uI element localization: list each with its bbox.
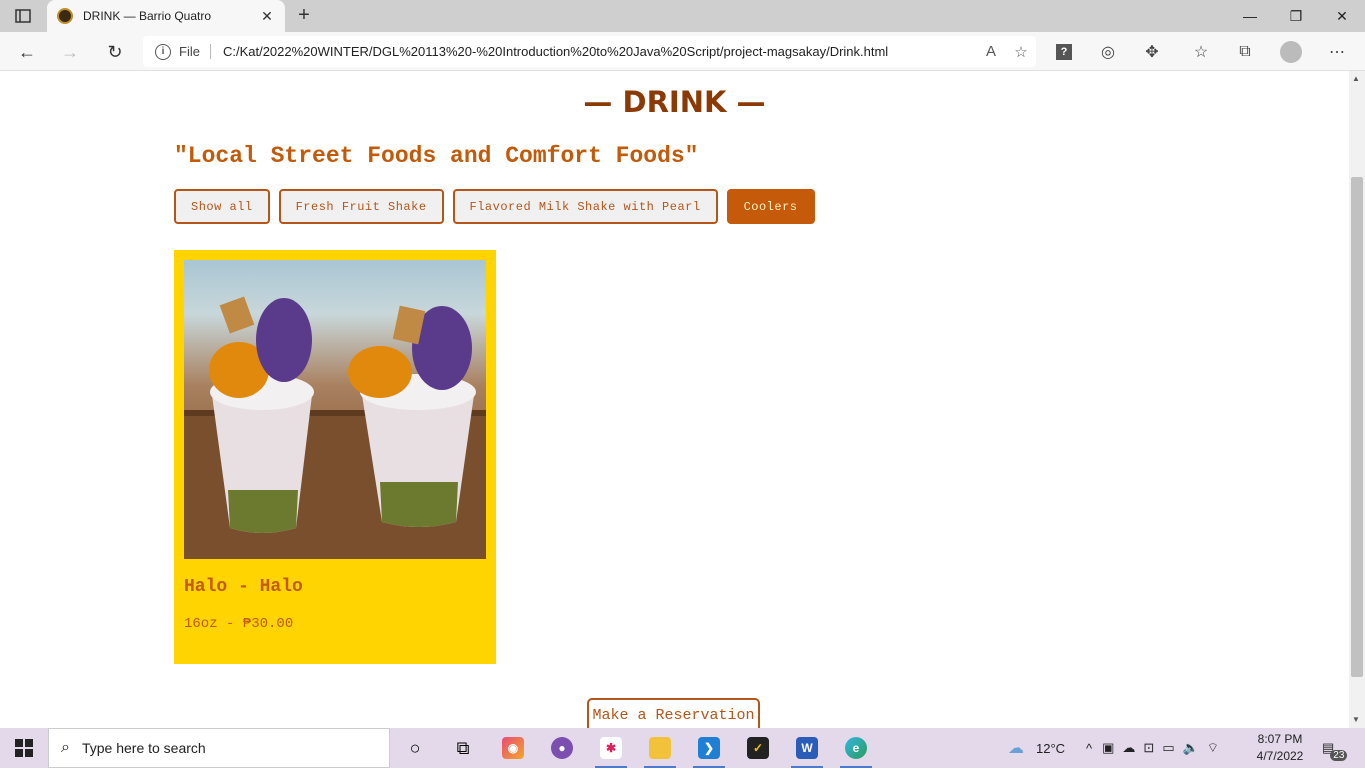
meet-now-icon[interactable]: ▣ (1102, 740, 1114, 756)
forward-button[interactable]: → (55, 37, 85, 67)
photos-app-icon[interactable]: ◉ (493, 732, 533, 764)
start-button[interactable] (0, 728, 47, 768)
restore-button[interactable]: ❐ (1273, 0, 1319, 32)
task-view-icon[interactable]: ⧉ (443, 732, 483, 764)
windows-logo-icon (14, 739, 33, 757)
item-name: Halo - Halo (184, 577, 303, 597)
tab-actions-icon (15, 9, 31, 23)
back-button[interactable]: ← (12, 37, 42, 67)
new-tab-button[interactable]: + (292, 4, 316, 28)
favorites-icon[interactable]: ☆ (1186, 37, 1216, 67)
halo-halo-photo (184, 260, 486, 559)
search-placeholder: Type here to search (81, 740, 206, 756)
filter-bar: Show all Fresh Fruit Shake Flavored Milk… (174, 189, 815, 224)
make-reservation-button[interactable]: Make a Reservation (587, 698, 760, 728)
settings-more-icon[interactable]: ⋯ (1322, 37, 1352, 67)
site-favicon-icon (57, 8, 73, 24)
menu-item-card: Halo - Halo 16oz - ₱30.00 (174, 250, 496, 664)
chevron-up-icon[interactable]: ^ (1086, 741, 1092, 756)
slack-icon[interactable]: ✱ (591, 732, 631, 768)
notification-center-button[interactable]: ▤ 23 (1322, 728, 1348, 768)
weather-widget[interactable]: ☁ 12°C (1008, 728, 1065, 768)
page-content: — DRINK — "Local Street Foods and Comfor… (0, 71, 1349, 728)
address-bar[interactable]: i File C:/Kat/2022%20WINTER/DGL%20113%20… (143, 36, 1036, 67)
page-scrollbar[interactable]: ▲ ▼ (1349, 71, 1365, 728)
browser-toolbar: ← → ↻ i File C:/Kat/2022%20WINTER/DGL%20… (0, 32, 1365, 71)
browser-title-bar: DRINK — Barrio Quatro ✕ + — ❐ ✕ (0, 0, 1365, 32)
volume-icon[interactable]: 🔈 (1183, 740, 1199, 756)
windows-taskbar: ⌕ Type here to search ○ ⧉ ◉ ● ✱ ❯ ✓ W e … (0, 728, 1365, 768)
taskbar-clock[interactable]: 8:07 PM 4/7/2022 (1248, 731, 1312, 765)
extensions-icon[interactable]: ✥ (1137, 37, 1167, 67)
filter-show-all-button[interactable]: Show all (174, 189, 270, 224)
site-info-icon[interactable]: i (155, 43, 171, 60)
scrollbar-thumb[interactable] (1351, 177, 1363, 677)
clock-date: 4/7/2022 (1256, 749, 1304, 763)
network-warning-icon[interactable]: ☁ (1122, 740, 1135, 756)
cloud-icon: ☁ (1008, 740, 1024, 757)
filter-flavored-milk-shake-button[interactable]: Flavored Milk Shake with Pearl (452, 189, 718, 224)
minimize-button[interactable]: — (1227, 0, 1273, 32)
url-text[interactable]: C:/Kat/2022%20WINTER/DGL%20113%20-%20Int… (223, 44, 976, 59)
collections-icon[interactable]: ⧉ (1230, 37, 1260, 67)
profile-avatar[interactable] (1276, 37, 1306, 67)
close-window-button[interactable]: ✕ (1319, 0, 1365, 32)
word-icon[interactable]: W (787, 732, 827, 768)
filter-coolers-button[interactable]: Coolers (726, 189, 815, 224)
page-title: — DRINK — (583, 85, 766, 119)
refresh-button[interactable]: ↻ (100, 37, 130, 67)
tab-actions-button[interactable] (8, 6, 38, 26)
taskbar-search-box[interactable]: ⌕ Type here to search (48, 728, 390, 768)
notification-count: 23 (1330, 749, 1348, 761)
github-extension-icon[interactable]: ◎ (1093, 37, 1123, 67)
norton-icon[interactable]: ✓ (738, 732, 778, 764)
close-tab-icon[interactable]: ✕ (259, 8, 275, 25)
weather-temp: 12°C (1036, 740, 1066, 756)
read-aloud-icon[interactable]: A (976, 43, 1006, 60)
github-desktop-icon[interactable]: ● (542, 732, 582, 764)
cortana-icon[interactable]: ○ (395, 732, 435, 764)
battery-icon[interactable]: ▭ (1162, 740, 1174, 756)
file-explorer-icon[interactable] (640, 732, 680, 768)
scroll-up-icon[interactable]: ▲ (1352, 74, 1360, 83)
clock-time: 8:07 PM (1257, 732, 1303, 746)
system-tray: ^ ▣ ☁ ⊡ ▭ 🔈 ⌔ (1086, 728, 1219, 768)
item-price: 16oz - ₱30.00 (184, 616, 294, 632)
add-favorite-icon[interactable]: ☆ (1006, 43, 1036, 61)
help-extension-icon[interactable]: ? (1049, 37, 1079, 67)
page-tagline: "Local Street Foods and Comfort Foods" (174, 143, 699, 169)
browser-tab[interactable]: DRINK — Barrio Quatro ✕ (47, 0, 285, 32)
filter-fresh-fruit-shake-button[interactable]: Fresh Fruit Shake (278, 189, 444, 224)
vscode-icon[interactable]: ❯ (689, 732, 729, 768)
wifi-icon[interactable]: ⌔ (1207, 740, 1219, 756)
security-icon[interactable]: ⊡ (1143, 740, 1154, 756)
halo-halo-image (184, 296, 486, 559)
scroll-down-icon[interactable]: ▼ (1352, 715, 1360, 724)
tab-title: DRINK — Barrio Quatro (83, 9, 212, 23)
search-icon: ⌕ (61, 739, 70, 756)
edge-browser-icon[interactable]: e (836, 732, 876, 768)
url-scheme-label: File (179, 44, 211, 59)
